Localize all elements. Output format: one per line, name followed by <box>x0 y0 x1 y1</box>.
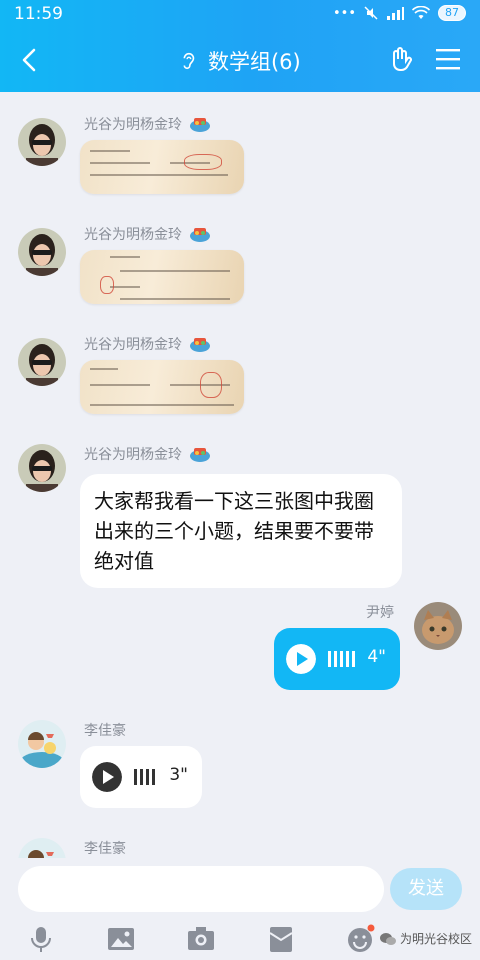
image-message[interactable] <box>80 360 244 414</box>
toolbar: 为明光谷校区 <box>0 920 480 960</box>
title-badge-icon <box>190 338 210 352</box>
chat-area[interactable]: 光谷为明杨金玲 光谷为明杨金玲 光谷为明杨金玲 光谷为明杨金玲 大家帮我看一下这… <box>0 92 480 858</box>
sender-label: 光谷为明杨金玲 <box>84 337 182 353</box>
title-badge-icon <box>190 448 210 462</box>
sender-name: 光谷为明杨金玲 <box>84 444 212 464</box>
sender-label: 李佳豪 <box>84 841 126 857</box>
sender-name: 李佳豪 <box>84 838 126 858</box>
voice-message[interactable]: 4" <box>274 628 400 690</box>
sender-name: 李佳豪 <box>84 720 126 740</box>
avatar[interactable] <box>18 720 66 768</box>
title-bar: 数学组(6) <box>0 30 480 92</box>
message-item: 李佳豪 3" <box>0 720 480 820</box>
avatar[interactable] <box>18 228 66 276</box>
title-badge-icon <box>190 118 210 132</box>
image-message[interactable] <box>80 250 244 304</box>
message-item: 光谷为明杨金玲 <box>0 224 480 314</box>
mic-icon[interactable] <box>26 924 56 954</box>
avatar[interactable] <box>18 118 66 166</box>
battery-indicator: 87 <box>438 5 466 21</box>
voice-duration: 3" <box>169 765 188 785</box>
sender-label: 光谷为明杨金玲 <box>84 227 182 243</box>
emoji-icon[interactable] <box>346 924 376 954</box>
text-message[interactable]: 大家帮我看一下这三张图中我圈出来的三个小题，结果要不要带绝对值 <box>80 474 402 588</box>
sender-name: 光谷为明杨金玲 <box>84 334 212 354</box>
camera-icon[interactable] <box>186 924 216 954</box>
sender-label: 光谷为明杨金玲 <box>84 447 182 463</box>
avatar[interactable] <box>18 838 66 858</box>
dots-icon: ••• <box>332 5 356 21</box>
watermark-text: 为明光谷校区 <box>399 932 472 946</box>
message-item: 李佳豪 <box>0 838 480 858</box>
page-title: 数学组(6) <box>207 50 301 74</box>
message-item: 光谷为明杨金玲 <box>0 114 480 204</box>
play-icon[interactable] <box>286 644 316 674</box>
title-badge-icon <box>190 228 210 242</box>
send-button[interactable]: 发送 <box>390 868 462 910</box>
waveform-icon <box>328 651 355 667</box>
play-icon[interactable] <box>92 762 122 792</box>
message-item: 光谷为明杨金玲 大家帮我看一下这三张图中我圈出来的三个小题，结果要不要带绝对值 <box>0 444 480 588</box>
ear-icon <box>183 52 195 70</box>
wechat-icon <box>379 932 396 945</box>
signal-icon <box>387 7 404 20</box>
voice-message[interactable]: 3" <box>80 746 202 808</box>
sender-name: 光谷为明杨金玲 <box>84 224 212 244</box>
status-bar: 11:59 ••• 87 <box>0 0 480 30</box>
message-item: 光谷为明杨金玲 <box>0 334 480 424</box>
message-input[interactable] <box>18 866 384 912</box>
voice-duration: 4" <box>367 647 386 667</box>
waveform-icon <box>134 769 155 785</box>
group-app-icon[interactable] <box>386 44 416 74</box>
sender-label: 光谷为明杨金玲 <box>84 117 182 133</box>
menu-icon[interactable] <box>436 48 460 70</box>
message-item: 尹婷 4" <box>0 602 480 702</box>
watermark: 为明光谷校区 <box>379 930 472 947</box>
picture-icon[interactable] <box>106 924 136 954</box>
image-message[interactable] <box>80 140 244 194</box>
top-bar: 11:59 ••• 87 数学组(6) <box>0 0 480 92</box>
my-avatar[interactable] <box>414 602 462 650</box>
status-icons: ••• 87 <box>333 5 466 21</box>
mute-icon <box>364 6 378 20</box>
avatar[interactable] <box>18 444 66 492</box>
wifi-icon <box>412 6 430 19</box>
input-bar: 发送 为明光谷校区 <box>0 858 480 960</box>
red-packet-icon[interactable] <box>266 924 296 954</box>
sender-name: 光谷为明杨金玲 <box>84 114 212 134</box>
sender-label: 李佳豪 <box>84 723 126 739</box>
avatar[interactable] <box>18 338 66 386</box>
sender-name: 尹婷 <box>366 605 394 621</box>
status-time: 11:59 <box>14 4 63 24</box>
